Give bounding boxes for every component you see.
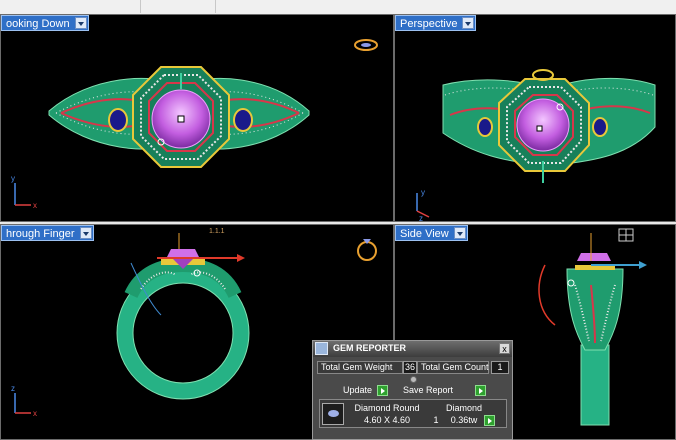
viewport-title: Perspective <box>400 18 458 30</box>
total-gem-count-value: 1 <box>491 361 509 374</box>
viewport-menu-arrow-icon[interactable] <box>453 227 466 239</box>
gem-size: 4.60 X 4.60 <box>363 415 411 425</box>
total-gem-weight-value: 36 <box>403 361 417 374</box>
save-report-label: Save Report <box>403 385 454 395</box>
go-arrow-icon[interactable] <box>484 415 495 426</box>
grid-icon <box>618 228 634 242</box>
update-label: Update <box>343 385 373 395</box>
gem-reporter-panel: GEM REPORTER x Total Gem Weight 36 Total… <box>312 340 513 440</box>
viewport-looking-down[interactable]: y x ooking Down <box>0 14 394 222</box>
viewport-label[interactable]: hrough Finger <box>1 225 94 241</box>
gem-weight: 0.36tw <box>450 415 478 425</box>
update-button[interactable] <box>377 385 388 396</box>
viewport-menu-arrow-icon[interactable] <box>79 227 92 239</box>
close-button[interactable]: x <box>499 343 510 354</box>
viewport-title: hrough Finger <box>6 228 75 240</box>
ruler-text: 1.1.1 <box>209 228 225 235</box>
viewport-title: Side View <box>400 228 449 240</box>
gem-reporter-title: GEM REPORTER <box>333 343 407 353</box>
ring-top-view <box>48 39 378 168</box>
svg-text:z: z <box>11 385 15 393</box>
panel-resize-grip[interactable] <box>410 376 417 383</box>
axis-indicator: y z <box>416 188 430 222</box>
viewport-title: ooking Down <box>6 18 70 30</box>
viewport-label[interactable]: ooking Down <box>1 15 89 31</box>
diamond-thumbnail-icon <box>322 403 344 425</box>
viewport-menu-arrow-icon[interactable] <box>462 17 475 29</box>
svg-text:x: x <box>33 409 37 418</box>
gem-count: 1 <box>433 415 439 425</box>
save-report-button[interactable] <box>475 385 486 396</box>
document-tab[interactable] <box>140 0 216 13</box>
viewport-menu-arrow-icon[interactable] <box>74 17 87 29</box>
axis-indicator: z x <box>11 385 37 418</box>
svg-text:y: y <box>11 175 15 183</box>
gem-list-row[interactable]: Diamond Round 4.60 X 4.60 Diamond 1 0.36… <box>319 399 507 428</box>
viewport-perspective[interactable]: y z Perspective <box>394 14 676 222</box>
gem-reporter-titlebar[interactable]: GEM REPORTER x <box>313 341 512 357</box>
gem-material: Diamond <box>445 403 483 413</box>
svg-text:x: x <box>33 201 37 210</box>
gem-reporter-icon <box>315 342 328 355</box>
top-tab-strip <box>0 0 676 15</box>
gem-name: Diamond Round <box>354 403 420 413</box>
viewport-label[interactable]: Perspective <box>395 15 477 31</box>
svg-text:z: z <box>419 214 423 222</box>
total-gem-count-label: Total Gem Count <box>417 361 489 374</box>
svg-text:y: y <box>421 188 425 197</box>
document-tab[interactable] <box>0 0 141 13</box>
viewport-label[interactable]: Side View <box>395 225 468 241</box>
total-gem-weight-label: Total Gem Weight <box>317 361 403 374</box>
ring-preview-icon <box>357 241 377 261</box>
axis-indicator: y x <box>11 175 37 210</box>
